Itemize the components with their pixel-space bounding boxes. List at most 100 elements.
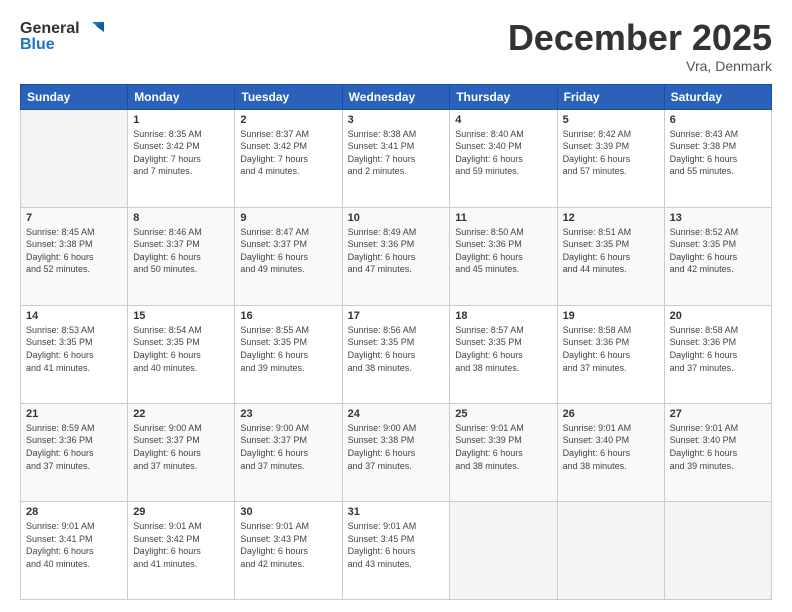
cell-1-6: 13Sunrise: 8:52 AM Sunset: 3:35 PM Dayli…: [664, 207, 771, 305]
day-info-3-3: Sunrise: 9:00 AM Sunset: 3:38 PM Dayligh…: [348, 422, 445, 472]
day-info-1-4: Sunrise: 8:50 AM Sunset: 3:36 PM Dayligh…: [455, 226, 551, 276]
day-info-0-3: Sunrise: 8:38 AM Sunset: 3:41 PM Dayligh…: [348, 128, 445, 178]
day-number-0-6: 6: [670, 114, 766, 126]
header: General Blue December 2025 Vra, Denmark: [20, 18, 772, 74]
day-number-2-4: 18: [455, 310, 551, 322]
day-info-1-1: Sunrise: 8:46 AM Sunset: 3:37 PM Dayligh…: [133, 226, 229, 276]
cell-4-0: 28 Sunrise: 9:01 AM Sunset: 3:41 PM Dayli…: [21, 501, 128, 599]
day-info-0-1: Sunrise: 8:35 AM Sunset: 3:42 PM Dayligh…: [133, 128, 229, 178]
cell-2-4: 18 Sunrise: 8:57 AM Sunset: 3:35 PM Dayli…: [450, 305, 557, 403]
day-number-2-3: 17: [348, 310, 445, 322]
col-saturday: Saturday: [664, 84, 771, 109]
week-row-0: 1 Sunrise: 8:35 AM Sunset: 3:42 PM Daylig…: [21, 109, 772, 207]
day-info-1-0: Sunrise: 8:45 AM Sunset: 3:38 PM Dayligh…: [26, 226, 122, 276]
calendar-table: Sunday Monday Tuesday Wednesday Thursday…: [20, 84, 772, 600]
day-info-2-4: Sunrise: 8:57 AM Sunset: 3:35 PM Dayligh…: [455, 324, 551, 374]
day-number-3-0: 21: [26, 408, 122, 420]
day-number-1-2: 9: [240, 212, 336, 224]
cell-2-6: 20 Sunrise: 8:58 AM Sunset: 3:36 PM Dayli…: [664, 305, 771, 403]
day-number-0-3: 3: [348, 114, 445, 126]
cell-0-3: 3 Sunrise: 8:38 AM Sunset: 3:41 PM Daylig…: [342, 109, 450, 207]
day-info-1-5: Sunrise: 8:51 AM Sunset: 3:35 PM Dayligh…: [563, 226, 659, 276]
day-number-3-2: 23: [240, 408, 336, 420]
col-wednesday: Wednesday: [342, 84, 450, 109]
cell-3-2: 23 Sunrise: 9:00 AM Sunset: 3:37 PM Dayli…: [235, 403, 342, 501]
col-monday: Monday: [128, 84, 235, 109]
cell-4-1: 29Sunrise: 9:01 AM Sunset: 3:42 PM Dayli…: [128, 501, 235, 599]
day-number-2-2: 16: [240, 310, 336, 322]
day-info-3-4: Sunrise: 9:01 AM Sunset: 3:39 PM Dayligh…: [455, 422, 551, 472]
day-info-4-2: Sunrise: 9:01 AM Sunset: 3:43 PM Dayligh…: [240, 520, 336, 570]
cell-1-5: 12 Sunrise: 8:51 AM Sunset: 3:35 PM Dayli…: [557, 207, 664, 305]
day-info-2-5: Sunrise: 8:58 AM Sunset: 3:36 PM Dayligh…: [563, 324, 659, 374]
cell-4-5: [557, 501, 664, 599]
col-sunday: Sunday: [21, 84, 128, 109]
cell-3-3: 24Sunrise: 9:00 AM Sunset: 3:38 PM Dayli…: [342, 403, 450, 501]
cell-2-2: 16 Sunrise: 8:55 AM Sunset: 3:35 PM Dayli…: [235, 305, 342, 403]
day-number-2-1: 15: [133, 310, 229, 322]
logo-blue: Blue: [20, 36, 55, 54]
cell-2-0: 14 Sunrise: 8:53 AM Sunset: 3:35 PM Dayli…: [21, 305, 128, 403]
cell-3-5: 26 Sunrise: 9:01 AM Sunset: 3:40 PM Dayli…: [557, 403, 664, 501]
col-friday: Friday: [557, 84, 664, 109]
day-number-4-2: 30: [240, 506, 336, 518]
day-number-1-5: 12: [563, 212, 659, 224]
day-number-4-0: 28: [26, 506, 122, 518]
logo: General Blue: [20, 18, 104, 54]
cell-0-6: 6Sunrise: 8:43 AM Sunset: 3:38 PM Daylig…: [664, 109, 771, 207]
cell-4-6: [664, 501, 771, 599]
day-number-0-2: 2: [240, 114, 336, 126]
cell-2-5: 19 Sunrise: 8:58 AM Sunset: 3:36 PM Dayli…: [557, 305, 664, 403]
col-tuesday: Tuesday: [235, 84, 342, 109]
day-number-4-3: 31: [348, 506, 445, 518]
cell-3-1: 22Sunrise: 9:00 AM Sunset: 3:37 PM Dayli…: [128, 403, 235, 501]
day-info-4-3: Sunrise: 9:01 AM Sunset: 3:45 PM Dayligh…: [348, 520, 445, 570]
day-number-1-4: 11: [455, 212, 551, 224]
day-number-0-4: 4: [455, 114, 551, 126]
day-info-3-5: Sunrise: 9:01 AM Sunset: 3:40 PM Dayligh…: [563, 422, 659, 472]
day-number-3-5: 26: [563, 408, 659, 420]
cell-4-2: 30 Sunrise: 9:01 AM Sunset: 3:43 PM Dayli…: [235, 501, 342, 599]
cell-3-0: 21Sunrise: 8:59 AM Sunset: 3:36 PM Dayli…: [21, 403, 128, 501]
day-info-3-1: Sunrise: 9:00 AM Sunset: 3:37 PM Dayligh…: [133, 422, 229, 472]
day-info-4-0: Sunrise: 9:01 AM Sunset: 3:41 PM Dayligh…: [26, 520, 122, 570]
cell-1-4: 11 Sunrise: 8:50 AM Sunset: 3:36 PM Dayli…: [450, 207, 557, 305]
day-info-1-2: Sunrise: 8:47 AM Sunset: 3:37 PM Dayligh…: [240, 226, 336, 276]
day-number-2-0: 14: [26, 310, 122, 322]
cell-0-4: 4 Sunrise: 8:40 AM Sunset: 3:40 PM Daylig…: [450, 109, 557, 207]
cell-4-3: 31 Sunrise: 9:01 AM Sunset: 3:45 PM Dayli…: [342, 501, 450, 599]
cell-1-0: 7 Sunrise: 8:45 AM Sunset: 3:38 PM Daylig…: [21, 207, 128, 305]
week-row-1: 7 Sunrise: 8:45 AM Sunset: 3:38 PM Daylig…: [21, 207, 772, 305]
title-block: December 2025 Vra, Denmark: [508, 18, 772, 74]
day-info-0-4: Sunrise: 8:40 AM Sunset: 3:40 PM Dayligh…: [455, 128, 551, 178]
cell-0-0: [21, 109, 128, 207]
cell-4-4: [450, 501, 557, 599]
day-info-1-3: Sunrise: 8:49 AM Sunset: 3:36 PM Dayligh…: [348, 226, 445, 276]
cell-0-5: 5 Sunrise: 8:42 AM Sunset: 3:39 PM Daylig…: [557, 109, 664, 207]
week-row-4: 28 Sunrise: 9:01 AM Sunset: 3:41 PM Dayli…: [21, 501, 772, 599]
cell-2-1: 15 Sunrise: 8:54 AM Sunset: 3:35 PM Dayli…: [128, 305, 235, 403]
day-info-2-3: Sunrise: 8:56 AM Sunset: 3:35 PM Dayligh…: [348, 324, 445, 374]
day-info-2-1: Sunrise: 8:54 AM Sunset: 3:35 PM Dayligh…: [133, 324, 229, 374]
header-row: Sunday Monday Tuesday Wednesday Thursday…: [21, 84, 772, 109]
day-info-2-6: Sunrise: 8:58 AM Sunset: 3:36 PM Dayligh…: [670, 324, 766, 374]
cell-1-1: 8 Sunrise: 8:46 AM Sunset: 3:37 PM Daylig…: [128, 207, 235, 305]
day-number-1-0: 7: [26, 212, 122, 224]
day-number-0-5: 5: [563, 114, 659, 126]
day-info-2-0: Sunrise: 8:53 AM Sunset: 3:35 PM Dayligh…: [26, 324, 122, 374]
col-thursday: Thursday: [450, 84, 557, 109]
day-number-1-1: 8: [133, 212, 229, 224]
calendar-title: December 2025: [508, 18, 772, 58]
cell-1-2: 9 Sunrise: 8:47 AM Sunset: 3:37 PM Daylig…: [235, 207, 342, 305]
logo-bird-icon: [82, 18, 104, 40]
day-number-2-5: 19: [563, 310, 659, 322]
day-number-3-4: 25: [455, 408, 551, 420]
day-number-2-6: 20: [670, 310, 766, 322]
cell-0-2: 2Sunrise: 8:37 AM Sunset: 3:42 PM Daylig…: [235, 109, 342, 207]
day-info-2-2: Sunrise: 8:55 AM Sunset: 3:35 PM Dayligh…: [240, 324, 336, 374]
day-info-3-2: Sunrise: 9:00 AM Sunset: 3:37 PM Dayligh…: [240, 422, 336, 472]
day-info-0-5: Sunrise: 8:42 AM Sunset: 3:39 PM Dayligh…: [563, 128, 659, 178]
day-number-4-1: 29: [133, 506, 229, 518]
day-number-0-1: 1: [133, 114, 229, 126]
cell-3-6: 27Sunrise: 9:01 AM Sunset: 3:40 PM Dayli…: [664, 403, 771, 501]
